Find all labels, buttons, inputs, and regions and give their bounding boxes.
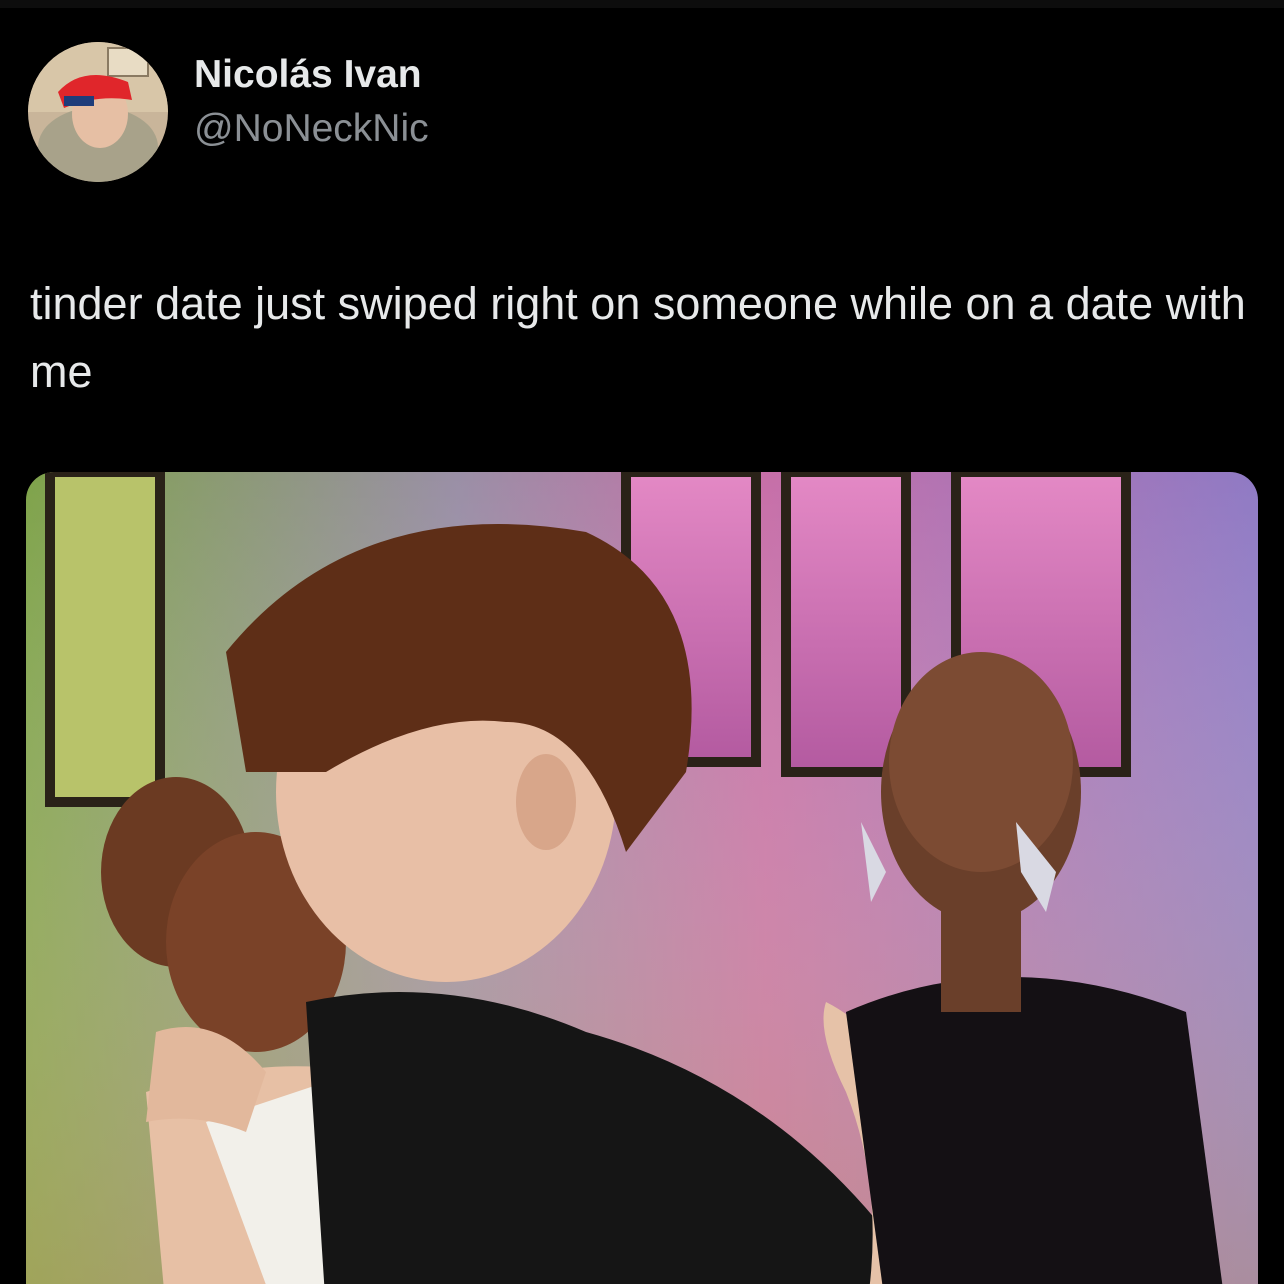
avatar-image <box>28 42 168 182</box>
tweet-card: Nicolás Ivan @NoNeckNic tinder date just… <box>0 0 1284 1284</box>
top-edge <box>0 0 1284 8</box>
username-handle[interactable]: @NoNeckNic <box>194 105 429 153</box>
author-names: Nicolás Ivan @NoNeckNic <box>194 51 429 153</box>
photo-image <box>26 472 1258 1284</box>
display-name[interactable]: Nicolás Ivan <box>194 51 429 99</box>
tweet-header: Nicolás Ivan @NoNeckNic <box>28 42 429 182</box>
tweet-text: tinder date just swiped right on someone… <box>30 278 1246 397</box>
avatar[interactable] <box>28 42 168 182</box>
tweet-media-photo[interactable] <box>26 472 1258 1284</box>
